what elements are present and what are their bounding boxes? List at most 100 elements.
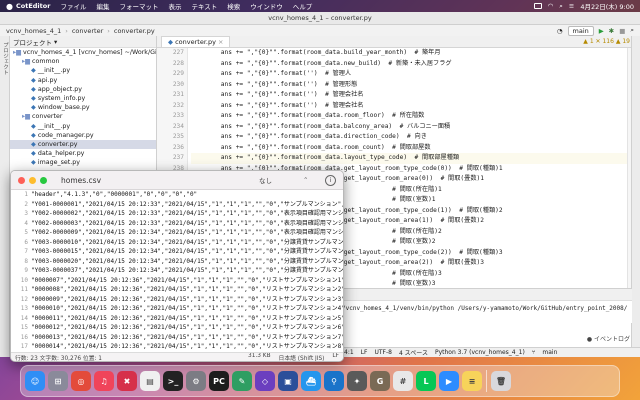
preview-icon[interactable]: ✦ xyxy=(347,371,367,391)
csv-line: 10 "0000007","2021/04/15 20:12:36","2021/… xyxy=(14,276,343,286)
terminal-icon[interactable]: >_ xyxy=(163,371,183,391)
gimp-icon[interactable]: G xyxy=(370,371,390,391)
slack-icon[interactable]: # xyxy=(393,371,413,391)
editor-tab-label: converter.py xyxy=(175,38,216,46)
menu-file[interactable]: ファイル xyxy=(60,1,86,11)
run-icon[interactable]: ▶ xyxy=(599,27,604,35)
python-file-icon: ◆ xyxy=(31,104,38,112)
minimize-window-icon[interactable] xyxy=(29,176,36,184)
coteditor-icon[interactable]: ✎ xyxy=(232,371,252,391)
system-preferences-icon[interactable]: ⚙ xyxy=(186,371,206,391)
event-log-button[interactable]: ● イベントログ xyxy=(587,334,630,343)
tree-file[interactable]: ◆ app_object.py xyxy=(10,85,156,94)
menu-help[interactable]: ヘルプ xyxy=(293,1,313,11)
menu-window[interactable]: ウインドウ xyxy=(250,1,283,11)
editor-tab-converter[interactable]: ◆ converter.py × xyxy=(161,36,231,47)
csv-line-text: "0000008","2021/04/15 20:12:36","2021/04… xyxy=(31,286,343,293)
music-icon[interactable]: ♫ xyxy=(94,371,114,391)
status-interpreter[interactable]: Python 3.7 (vcnv_homes_4_1) xyxy=(435,349,525,356)
apple-menu-icon[interactable]: ● xyxy=(6,2,16,11)
csv-status-encoding[interactable]: 日本語 (Shift JIS) xyxy=(279,353,325,362)
project-panel: プロジェクト ▾ ▸▆ vcnv_homes_4_1 [vcnv_homes] … xyxy=(10,36,157,184)
csv-text-area[interactable]: 1 "header","4.1.3","0","0000001","0","0",… xyxy=(11,190,343,352)
stop-icon[interactable]: ■ xyxy=(619,27,625,35)
menu-view[interactable]: 表示 xyxy=(168,1,181,11)
menu-edit[interactable]: 編集 xyxy=(96,1,109,11)
document-icon[interactable]: ▤ xyxy=(140,371,160,391)
menu-format[interactable]: フォーマット xyxy=(119,1,158,11)
tree-folder[interactable]: ▸▆ converter xyxy=(10,112,156,121)
status-encoding[interactable]: UTF-8 xyxy=(374,349,392,356)
tree-file[interactable]: ◆ system_info.py xyxy=(10,94,156,103)
tree-file[interactable]: ◆ converter.py xyxy=(10,139,156,150)
chrome-icon[interactable]: ◎ xyxy=(71,371,91,391)
csv-status-bar: 行数: 23 文字数: 30,276 位置: 1 31.3 KB 日本語 (Sh… xyxy=(11,352,343,361)
maps-icon[interactable]: ⚲ xyxy=(324,371,344,391)
python-file-icon: ◆ xyxy=(31,67,38,75)
docker-icon[interactable]: ⛴ xyxy=(301,371,321,391)
csv-line-number: 11 xyxy=(20,286,28,293)
close-window-icon[interactable] xyxy=(18,176,25,184)
visual-studio-icon[interactable]: ◇ xyxy=(255,371,275,391)
csv-line-text: "Y003-0000015","2021/04/15 20:12:34","20… xyxy=(31,248,343,255)
tree-file[interactable]: ◆ code_manager.py xyxy=(10,131,156,140)
breadcrumb-file[interactable]: converter.py xyxy=(114,27,155,35)
status-branch[interactable]: main xyxy=(542,349,557,356)
zoom-window-icon[interactable] xyxy=(40,176,47,184)
menu-search[interactable]: 検索 xyxy=(227,1,240,11)
status-position[interactable]: 4:1 xyxy=(344,349,354,356)
tree-folder[interactable]: ▸▆ common xyxy=(10,57,156,66)
status-indent[interactable]: 4 スペース xyxy=(399,348,428,357)
notes-icon[interactable]: ≡ xyxy=(462,371,482,391)
csv-line-number: 15 xyxy=(20,324,28,331)
control-center-icon[interactable]: ≡ xyxy=(569,2,574,10)
menu-app-name[interactable]: CotEditor xyxy=(16,2,50,10)
csv-line: 1 "header","4.1.3","0","0000001","0","0",… xyxy=(14,190,343,200)
wifi-icon[interactable]: ◠ xyxy=(548,2,554,10)
project-panel-header: プロジェクト ▾ xyxy=(10,36,156,48)
dock-separator xyxy=(486,370,487,392)
project-panel-title[interactable]: プロジェクト xyxy=(13,37,52,47)
csv-line-text: "Y001-0000001","2021/04/15 20:12:33","20… xyxy=(31,200,343,208)
breadcrumb-folder[interactable]: converter xyxy=(72,27,103,35)
clock-text[interactable]: 4月22日(木) 9:00 xyxy=(580,1,634,11)
launchpad-icon[interactable]: ⊞ xyxy=(48,371,68,391)
tree-file[interactable]: ◆ window_base.py xyxy=(10,103,156,112)
user-icon[interactable]: ◔ xyxy=(557,27,563,35)
tree-file[interactable]: ◆ data_helper.py xyxy=(10,149,156,158)
tree-item-label: converter.py xyxy=(37,140,78,148)
breadcrumb-project[interactable]: vcnv_homes_4_1 xyxy=(6,27,61,35)
run-config-select[interactable]: main xyxy=(567,25,594,36)
chevron-down-icon[interactable]: ▾ xyxy=(54,38,57,46)
debug-icon[interactable]: ✱ xyxy=(609,27,614,35)
battery-icon[interactable] xyxy=(533,3,542,9)
tree-file[interactable]: ◆ api.py xyxy=(10,76,156,85)
status-line-separator[interactable]: LF xyxy=(361,349,368,356)
virtualbox-icon[interactable]: ▣ xyxy=(278,371,298,391)
run-panel-header xyxy=(340,289,632,301)
line-icon[interactable]: L xyxy=(416,371,436,391)
code-line: ans += ","{0}"".format(room_data.directi… xyxy=(191,133,427,140)
info-icon[interactable]: i xyxy=(325,174,336,186)
pycharm-icon[interactable]: PC xyxy=(209,371,229,391)
chevron-updown-icon[interactable]: ⌃ xyxy=(303,176,308,184)
xmind-icon[interactable]: ✖ xyxy=(117,371,137,391)
finder-icon[interactable]: ☺ xyxy=(25,371,45,391)
tree-file[interactable]: ◆ __init__.py xyxy=(10,122,156,131)
csv-status-linebreak[interactable]: LF xyxy=(332,353,339,361)
tree-file[interactable]: ◆ __init__.py xyxy=(10,66,156,75)
python-file-icon: ◆ xyxy=(31,94,38,102)
zoom-icon[interactable]: ▶ xyxy=(439,371,459,391)
branch-icon: ⑂ xyxy=(531,349,536,356)
project-tool-tab[interactable]: プロジェクト xyxy=(1,42,9,75)
inspection-widget[interactable]: ▲ 1 ✕ 116 ▲ 19 xyxy=(583,36,630,47)
tree-file[interactable]: ◆ image_set.py xyxy=(10,158,156,167)
close-icon[interactable]: × xyxy=(218,38,223,46)
search-icon[interactable]: ⌕ xyxy=(559,2,563,11)
tree-folder[interactable]: ▸▆ vcnv_homes_4_1 [vcnv_homes] ~/Work/Gi xyxy=(10,48,156,57)
menu-text[interactable]: テキスト xyxy=(191,1,217,11)
syntax-select[interactable]: なし xyxy=(259,175,272,185)
trash-icon[interactable]: 🗑 xyxy=(491,371,511,391)
search-everywhere-icon[interactable]: ⌕ xyxy=(630,26,634,35)
line-number: 229 xyxy=(172,70,184,77)
